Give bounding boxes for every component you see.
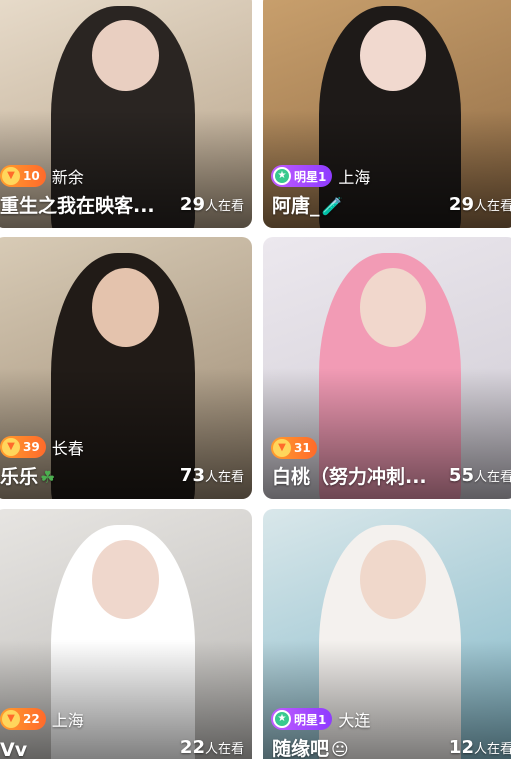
stream-meta: ▼ 31 — [271, 437, 317, 459]
level-badge: ▼ 31 — [271, 437, 317, 459]
viewer-unit: 人在看 — [473, 470, 511, 485]
live-stream-grid: ▼ 10 新余 重生之我在映客... 29人在看 ★ 明星1 上海 阿唐_ 🧪 29人… — [0, 0, 511, 759]
level-number: 31 — [294, 441, 311, 455]
stream-meta: ★ 明星1 上海 — [271, 164, 370, 188]
stream-card[interactable]: ▼ 10 新余 重生之我在映客... 29人在看 — [0, 0, 252, 228]
streamer-name: 乐乐 ☘ — [0, 466, 56, 488]
stream-meta: ▼ 10 新余 — [0, 164, 84, 188]
viewer-unit: 人在看 — [204, 742, 244, 757]
streamer-name: 白桃（努力冲刺... — [272, 466, 427, 488]
level-badge: ▼ 39 — [0, 436, 46, 458]
city-label: 长春 — [51, 439, 84, 458]
viewer-unit: 人在看 — [204, 470, 244, 485]
stream-meta: ★ 明星1 大连 — [271, 707, 370, 731]
streamer-name: 随缘吧 😐 — [272, 738, 349, 759]
stream-card[interactable]: ▼ 31 白桃（努力冲刺... 55人在看 — [263, 237, 511, 499]
viewer-number: 29 — [179, 194, 205, 215]
star-badge: ★ 明星1 — [271, 708, 333, 730]
level-icon: ▼ — [273, 439, 291, 457]
star-badge: ★ 明星1 — [271, 165, 333, 187]
level-badge: ▼ 22 — [0, 708, 46, 730]
star-level: 明星1 — [294, 712, 327, 727]
stream-card[interactable]: ▼ 22 上海 Vv 22人在看 — [0, 509, 252, 759]
city-label: 上海 — [338, 168, 371, 187]
streamer-name: 阿唐_ 🧪 — [272, 195, 343, 217]
city-label: 上海 — [51, 711, 84, 730]
viewer-count: 73人在看 — [180, 465, 244, 486]
viewer-count: 29人在看 — [180, 194, 244, 215]
viewer-unit: 人在看 — [473, 742, 511, 757]
city-label: 大连 — [338, 711, 371, 730]
streamer-name: 重生之我在映客... — [0, 195, 155, 217]
level-number: 39 — [23, 440, 40, 454]
level-number: 10 — [23, 169, 40, 183]
stream-card[interactable]: ▼ 39 长春 乐乐 ☘ 73人在看 — [0, 237, 252, 499]
level-icon: ▼ — [2, 710, 20, 728]
star-icon: ★ — [273, 710, 291, 728]
stream-card[interactable]: ★ 明星1 上海 阿唐_ 🧪 29人在看 — [263, 0, 511, 228]
viewer-unit: 人在看 — [204, 199, 244, 214]
viewer-number: 29 — [448, 194, 474, 215]
stream-card[interactable]: ★ 明星1 大连 随缘吧 😐 12人在看 — [263, 509, 511, 759]
star-icon: ★ — [273, 167, 291, 185]
viewer-count: 22人在看 — [180, 737, 244, 758]
city-label: 新余 — [51, 168, 84, 187]
stream-meta: ▼ 39 长春 — [0, 435, 84, 459]
viewer-number: 73 — [179, 465, 205, 486]
stream-meta: ▼ 22 上海 — [0, 707, 84, 731]
viewer-count: 29人在看 — [449, 194, 511, 215]
viewer-number: 55 — [448, 465, 474, 486]
viewer-count: 55人在看 — [449, 465, 511, 486]
star-level: 明星1 — [294, 169, 327, 184]
level-number: 22 — [23, 712, 40, 726]
viewer-unit: 人在看 — [473, 199, 511, 214]
viewer-number: 22 — [179, 737, 205, 758]
viewer-count: 12人在看 — [449, 737, 511, 758]
viewer-number: 12 — [448, 737, 474, 758]
clover-icon: ☘ — [40, 468, 56, 488]
level-icon: ▼ — [2, 438, 20, 456]
level-icon: ▼ — [2, 167, 20, 185]
streamer-name: Vv — [0, 739, 28, 759]
level-badge: ▼ 10 — [0, 165, 46, 187]
neutral-face-icon: 😐 — [331, 740, 349, 759]
name-emoji: 🧪 — [321, 197, 343, 217]
